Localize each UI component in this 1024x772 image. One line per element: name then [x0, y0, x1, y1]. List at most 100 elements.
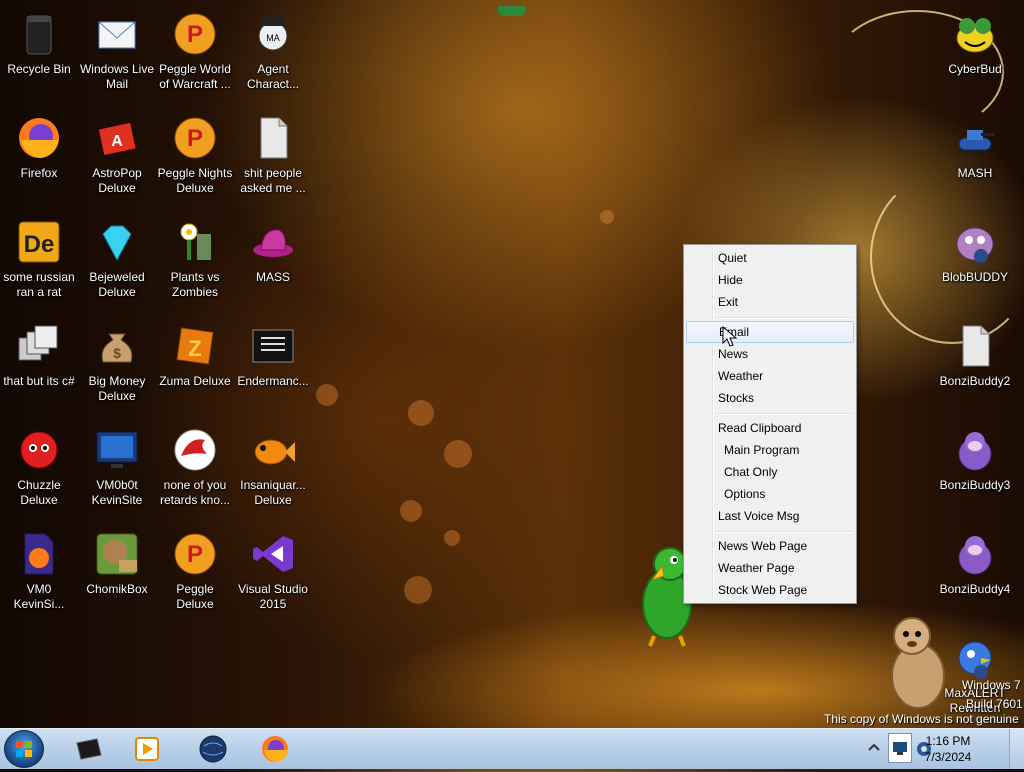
desktop-icon-mass[interactable]: MASS: [234, 218, 312, 285]
svg-text:$: $: [113, 345, 121, 361]
desktop-icon-some-russian-ran-a-rat[interactable]: De some russian ran a rat: [0, 218, 78, 300]
menu-item-main-program[interactable]: Main Program: [686, 439, 854, 461]
desktop-icon-bonzibuddy2[interactable]: BonziBuddy2: [936, 322, 1014, 389]
menu-item-weather[interactable]: Weather: [686, 365, 854, 387]
gorilla-icon: [951, 530, 999, 578]
desktop-icon-bejeweled-deluxe[interactable]: Bejeweled Deluxe: [78, 218, 156, 300]
desktop-icon-label: shit people asked me ...: [240, 166, 306, 195]
media-player-icon: [135, 737, 159, 761]
desktop-icon-recycle-bin[interactable]: Recycle Bin: [0, 10, 78, 77]
desktop-icon-mash[interactable]: MASH: [936, 114, 1014, 181]
menu-item-news-web-page[interactable]: News Web Page: [686, 535, 854, 557]
desktop-icon-label: BlobBUDDY: [941, 270, 1009, 284]
desktop-icon-that-but-its-c[interactable]: that but its c#: [0, 322, 78, 389]
desktop-icon-label: Agent Charact...: [246, 62, 300, 91]
desktop-icon-none-of-you-retards-kno[interactable]: none of you retards kno...: [156, 426, 234, 508]
desktop-icon-endermanc[interactable]: Endermanc...: [234, 322, 312, 389]
tray-network-button[interactable]: [888, 733, 912, 763]
menu-separator: [716, 531, 852, 533]
desktop-icon-big-money-deluxe[interactable]: $ Big Money Deluxe: [78, 322, 156, 404]
desktop-icon-blobbuddy[interactable]: BlobBUDDY: [936, 218, 1014, 285]
desktop-icon-astropop-deluxe[interactable]: A AstroPop Deluxe: [78, 114, 156, 196]
taskbar-explorer-button[interactable]: [62, 731, 116, 767]
svg-text:MA: MA: [266, 33, 280, 43]
gorilla-icon: [951, 426, 999, 474]
desktop-icon-bonzibuddy4[interactable]: BonziBuddy4: [936, 530, 1014, 597]
file-icon: [951, 322, 999, 370]
firefox-icon: [15, 114, 63, 162]
hamster-agent[interactable]: [886, 614, 948, 710]
desktop-icon-visual-studio-2015[interactable]: Visual Studio 2015: [234, 530, 312, 612]
menu-item-stocks[interactable]: Stocks: [686, 387, 854, 409]
desktop-icon-label: BonziBuddy4: [939, 582, 1011, 596]
clock-time: 1:16 PM: [925, 734, 971, 748]
bokeh-light: [408, 400, 434, 426]
file-icon: [249, 114, 297, 162]
desktop-icon-agent-charact[interactable]: MA Agent Charact...: [234, 10, 312, 92]
desktop-icon-label: Insaniquar... Deluxe: [240, 478, 306, 507]
visual-studio-icon: [249, 530, 297, 578]
menu-item-weather-page[interactable]: Weather Page: [686, 557, 854, 579]
show-hidden-icons-icon: [868, 743, 880, 751]
console-icon: [249, 322, 297, 370]
desktop-icon-vm0-kevinsi[interactable]: VM0 KevinSi...: [0, 530, 78, 612]
taskbar-firefox-button[interactable]: [248, 731, 302, 767]
peggle-icon: P: [171, 530, 219, 578]
tray-show-hidden-button[interactable]: [866, 737, 882, 759]
desktop-icon-firefox[interactable]: Firefox: [0, 114, 78, 181]
desktop-icon-label: Windows Live Mail: [79, 62, 155, 91]
system-clock[interactable]: 1:16 PM 7/3/2024: [918, 733, 978, 765]
menu-item-quiet[interactable]: Quiet: [686, 247, 854, 269]
desktop-icon-label: some russian ran a rat: [3, 270, 75, 299]
desktop-icon-zuma-deluxe[interactable]: Z Zuma Deluxe: [156, 322, 234, 389]
globe-icon: [199, 735, 227, 763]
desktop-icon-label: ChomikBox: [86, 582, 148, 596]
desktop-icon-label: BonziBuddy2: [939, 374, 1011, 388]
menu-separator: [716, 317, 852, 319]
desktop-icon-peggle-deluxe[interactable]: P Peggle Deluxe: [156, 530, 234, 612]
gem-icon: [93, 218, 141, 266]
menu-item-last-voice-msg[interactable]: Last Voice Msg: [686, 505, 854, 527]
menu-item-news[interactable]: News: [686, 343, 854, 365]
desktop-icon-vm0b0t-kevinsite[interactable]: VM0b0t KevinSite: [78, 426, 156, 508]
menu-item-options[interactable]: Options: [686, 483, 854, 505]
plant-icon: [171, 218, 219, 266]
menu-item-exit[interactable]: Exit: [686, 291, 854, 313]
desktop-icon-cyberbud[interactable]: CyberBud: [936, 10, 1014, 77]
agent-context-menu: Quiet Hide Exit Email News Weather Stock…: [683, 244, 857, 604]
svg-text:P: P: [187, 21, 203, 48]
desktop-icon-chuzzle-deluxe[interactable]: Chuzzle Deluxe: [0, 426, 78, 508]
monitor-icon: [93, 426, 141, 474]
desktop-icon-insaniquar-deluxe[interactable]: Insaniquar... Deluxe: [234, 426, 312, 508]
menu-item-stock-web-page[interactable]: Stock Web Page: [686, 579, 854, 601]
desktop-icon-label: Bejeweled Deluxe: [89, 270, 145, 299]
peggle-icon: P: [171, 114, 219, 162]
windows-version-watermark: Windows 7: [962, 678, 1021, 692]
blob-icon: [951, 218, 999, 266]
svg-text:A: A: [111, 133, 123, 150]
desktop-icon-plants-vs-zombies[interactable]: Plants vs Zombies: [156, 218, 234, 300]
desktop-icon-chomikbox[interactable]: ChomikBox: [78, 530, 156, 597]
desktop-icon-label: none of you retards kno...: [159, 478, 231, 507]
menu-item-read-clipboard[interactable]: Read Clipboard: [686, 417, 854, 439]
desktop-icon-label: Plants vs Zombies: [170, 270, 220, 299]
windows-logo-icon: [16, 741, 32, 757]
start-button[interactable]: [4, 730, 44, 768]
menu-item-chat-only[interactable]: Chat Only: [686, 461, 854, 483]
fish-icon: [249, 426, 297, 474]
firefox-file-icon: [15, 530, 63, 578]
cyberbud-icon: [951, 10, 999, 58]
desktop-icon-peggle-nights-deluxe[interactable]: P Peggle Nights Deluxe: [156, 114, 234, 196]
peggle-icon: P: [171, 10, 219, 58]
desktop-icon-windows-live-mail[interactable]: Windows Live Mail: [78, 10, 156, 92]
desktop-icon-shit-people-asked-me[interactable]: shit people asked me ...: [234, 114, 312, 196]
show-desktop-button[interactable]: [1009, 729, 1024, 769]
desktop-icon-peggle-world-of-warcraft[interactable]: P Peggle World of Warcraft ...: [156, 10, 234, 92]
desktop-icon-label: VM0b0t KevinSite: [91, 478, 143, 507]
menu-item-hide[interactable]: Hide: [686, 269, 854, 291]
taskbar-globe-button[interactable]: [186, 731, 240, 767]
taskbar-media-player-button[interactable]: [120, 731, 174, 767]
menu-item-email[interactable]: Email: [686, 321, 854, 343]
desktop-icon-bonzibuddy3[interactable]: BonziBuddy3: [936, 426, 1014, 493]
svg-text:P: P: [187, 541, 203, 568]
